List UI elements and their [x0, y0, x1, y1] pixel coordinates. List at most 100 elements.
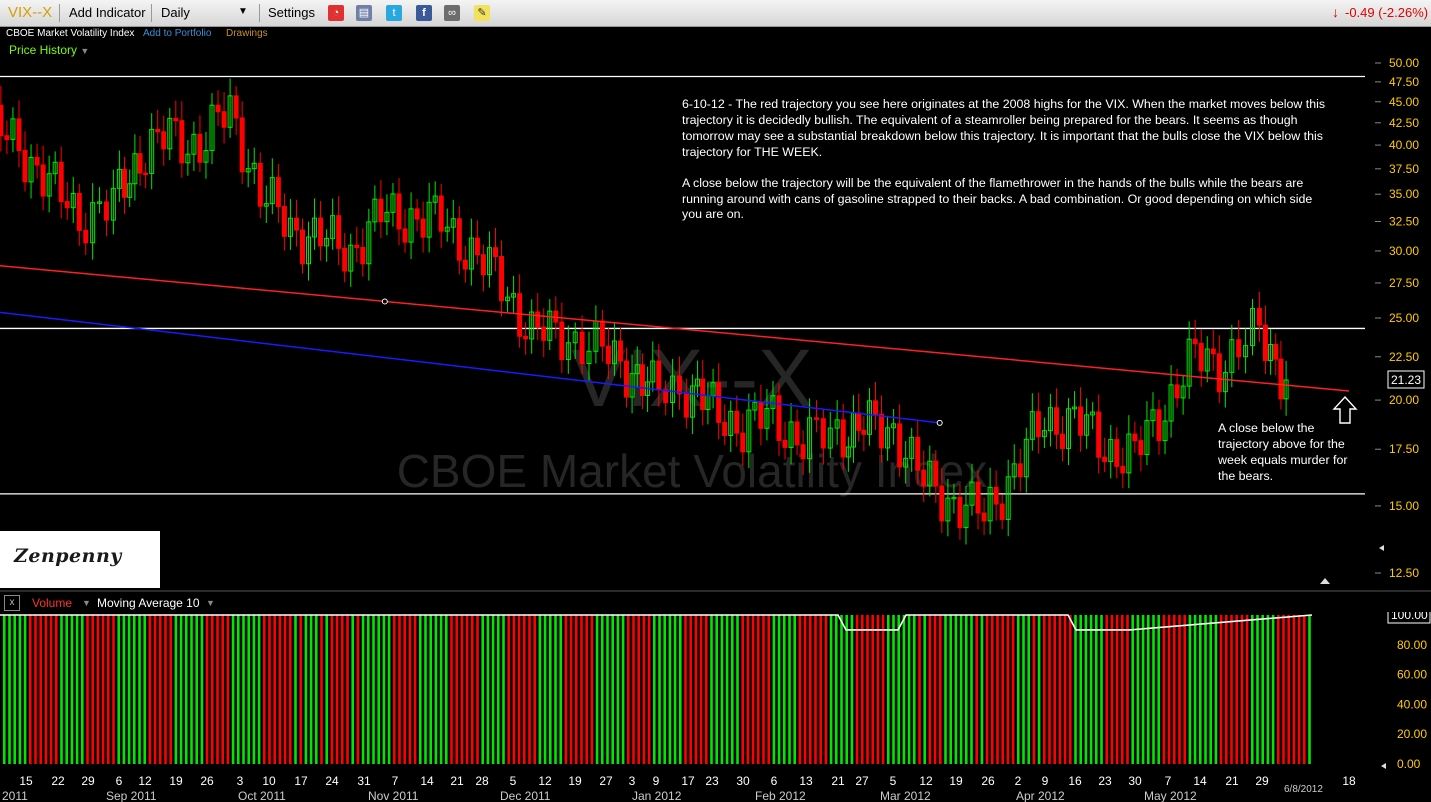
volume-bar [881, 615, 885, 764]
volume-bar [871, 615, 874, 764]
volume-tick-label: 20.00 [1397, 727, 1427, 741]
volume-bar [575, 615, 578, 764]
date-tick-label: 31 [357, 774, 371, 788]
volume-bar [133, 615, 136, 764]
candle-body [132, 153, 138, 185]
volume-bar [762, 615, 765, 764]
date-tick-label: 26 [200, 774, 214, 788]
left-arrow-icon[interactable] [1381, 763, 1386, 769]
volume-bar [824, 615, 828, 764]
chevron-down-icon[interactable]: ▼ [206, 598, 215, 608]
volume-bar [299, 615, 302, 764]
candle-body [710, 382, 716, 397]
close-pane-button[interactable]: x [4, 595, 20, 611]
symbol-field[interactable]: VIX--X [8, 4, 52, 21]
date-tick-label: 19 [949, 774, 963, 788]
candle-body [957, 496, 963, 529]
candle-body [0, 104, 4, 137]
print-icon[interactable]: ▤ [356, 5, 372, 21]
chevron-down-icon[interactable]: ▼ [82, 598, 91, 608]
candle-body [1268, 343, 1274, 362]
volume-bar [1126, 615, 1129, 764]
volume-bar [523, 615, 526, 764]
candle-body [1138, 440, 1144, 456]
volume-bar [673, 615, 677, 764]
volume-bar [8, 615, 11, 764]
volume-bar [382, 615, 386, 764]
add-indicator-button[interactable]: Add Indicator [69, 5, 146, 20]
volume-bar [159, 615, 162, 764]
candle-body [845, 446, 851, 458]
date-tick-label: 7 [1165, 774, 1172, 788]
moving-average-label[interactable]: Moving Average 10 [97, 596, 200, 610]
volume-bar [81, 615, 84, 764]
volume-bar [1287, 615, 1290, 764]
axis-tick-label: 37.50 [1389, 162, 1419, 176]
candle-body [1198, 343, 1204, 372]
period-select[interactable]: Daily [161, 5, 190, 20]
volume-bar [1084, 615, 1088, 764]
volume-bar [1214, 615, 1218, 764]
candle-body [233, 95, 239, 119]
candle-body [70, 192, 76, 209]
candle-body [408, 208, 414, 243]
up-arrow-icon[interactable] [1320, 578, 1330, 584]
volume-bar [668, 615, 672, 764]
candle-body [83, 229, 89, 244]
volume-bar [1121, 615, 1124, 764]
volume-bar [86, 615, 89, 764]
drawings-link[interactable]: Drawings [226, 28, 268, 39]
left-arrow-icon[interactable] [1379, 545, 1384, 551]
binoculars-icon[interactable]: ∞ [444, 5, 460, 21]
candle-body [1126, 433, 1132, 474]
volume-bar [949, 615, 952, 764]
add-to-portfolio-link[interactable]: Add to Portfolio [143, 28, 211, 39]
candle-body [1120, 465, 1126, 474]
candle-body [820, 418, 826, 449]
candle-body [378, 198, 384, 223]
red-trajectory-line[interactable] [0, 262, 1350, 392]
volume-bar [1017, 615, 1020, 764]
volume-bar [985, 615, 989, 764]
volume-bar [866, 615, 869, 764]
volume-bar [1167, 615, 1171, 764]
facebook-icon[interactable]: f [416, 5, 432, 21]
price-change: -0.49 (-2.26%) [1345, 5, 1429, 20]
chevron-down-icon[interactable]: ▼ [238, 6, 248, 17]
date-tick-label: 19 [169, 774, 183, 788]
volume-bar [595, 615, 599, 764]
volume-bar [699, 615, 703, 764]
trend-line-handle[interactable] [381, 298, 388, 305]
trend-line-handle[interactable] [936, 419, 943, 426]
volume-bar [268, 615, 271, 764]
date-tick-label: 30 [736, 774, 750, 788]
volume-label[interactable]: Volume [32, 596, 72, 610]
price-history-selector[interactable]: Price History ▼ [9, 43, 89, 57]
candle-body [402, 228, 408, 243]
volume-bar [965, 615, 968, 764]
settings-button[interactable]: Settings [268, 5, 315, 20]
candle-body [34, 156, 40, 166]
candle-body [629, 373, 635, 398]
blue-trajectory-line[interactable] [0, 308, 940, 424]
candle-body [462, 259, 468, 270]
candle-body [215, 104, 221, 113]
alarm-clock-icon[interactable]: ◔ [328, 5, 344, 21]
volume-bar [1204, 615, 1207, 764]
volume-bar [845, 615, 848, 764]
volume-bar [564, 615, 568, 764]
volume-bar [554, 615, 557, 764]
candle-body [209, 104, 215, 152]
candle-body [281, 206, 287, 237]
volume-bar [627, 615, 630, 764]
volume-bar [65, 615, 68, 764]
date-tick-label: 6 [116, 774, 123, 788]
volume-bar [1235, 615, 1238, 764]
month-label: Dec 2011 [500, 789, 551, 802]
volume-bar [1157, 615, 1160, 764]
date-tick-label: 14 [420, 774, 434, 788]
twitter-icon[interactable]: t [386, 5, 402, 21]
date-tick-label: 18 [1342, 774, 1356, 788]
candle-body [1278, 358, 1284, 400]
sticky-note-icon[interactable]: ✎ [474, 5, 490, 21]
